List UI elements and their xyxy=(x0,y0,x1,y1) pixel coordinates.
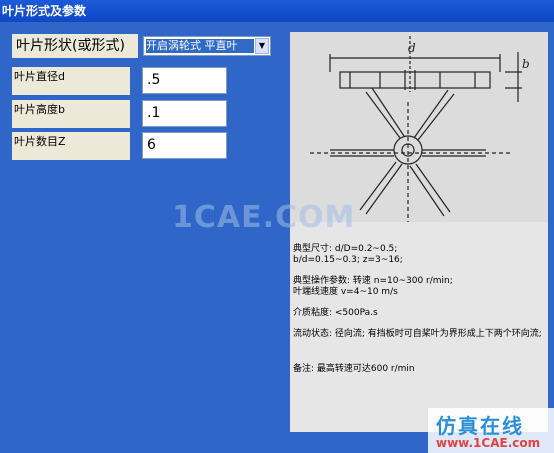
brand-url: www.1CAE.com xyxy=(436,436,541,450)
chevron-down-icon[interactable]: ▼ xyxy=(255,38,269,54)
watermark-center: 1CAE.COM xyxy=(172,200,356,235)
window-title: 叶片形式及参数 xyxy=(2,4,87,18)
blade-count-label: 叶片数目Z xyxy=(12,132,130,160)
blade-height-label: 叶片高度b xyxy=(12,100,130,128)
parameter-info-panel: 典型尺寸: d/D=0.2~0.5; b/d=0.15~0.3; z=3~16;… xyxy=(290,222,548,432)
blade-type-dropdown[interactable]: 开启涡轮式 平直叶 ▼ xyxy=(143,36,271,56)
dimension-d-label: d xyxy=(408,41,416,55)
info-note: 备注: 最高转速可达600 r/min xyxy=(293,364,415,374)
brand-name: 仿真在线 xyxy=(436,414,524,438)
window-title-bar[interactable]: 叶片形式及参数 xyxy=(0,0,554,22)
blade-type-label: 叶片形状(或形式) xyxy=(12,34,138,58)
brand-watermark: 仿真在线 www.1CAE.com xyxy=(428,408,554,453)
info-operation-line: 典型操作参数: 转速 n=10~300 r/min; xyxy=(293,276,453,286)
info-operation-line-2: 叶端线速度 v=4~10 m/s xyxy=(293,287,398,297)
blade-type-selected: 开启涡轮式 平直叶 xyxy=(146,39,254,53)
blade-count-input[interactable]: 6 xyxy=(142,132,227,159)
blade-height-input[interactable]: .1 xyxy=(142,100,227,127)
impeller-drawing: d b xyxy=(310,36,530,222)
info-flow-state: 流动状态: 径向流; 有挡板时可自桨叶为界形成上下两个环向流; xyxy=(293,329,542,339)
blade-diameter-input[interactable]: .5 xyxy=(142,67,227,94)
blade-diameter-label: 叶片直径d xyxy=(12,67,130,95)
info-size-line-2: b/d=0.15~0.3; z=3~16; xyxy=(293,255,403,265)
info-viscosity: 介质粘度: <500Pa.s xyxy=(293,308,378,318)
info-size-line: 典型尺寸: d/D=0.2~0.5; xyxy=(293,244,398,254)
impeller-diagram: d b xyxy=(290,32,548,222)
dimension-b-label: b xyxy=(522,57,530,71)
dialog-client-area: 叶片形状(或形式) 开启涡轮式 平直叶 ▼ 叶片直径d .5 叶片高度b .1 … xyxy=(0,22,554,453)
